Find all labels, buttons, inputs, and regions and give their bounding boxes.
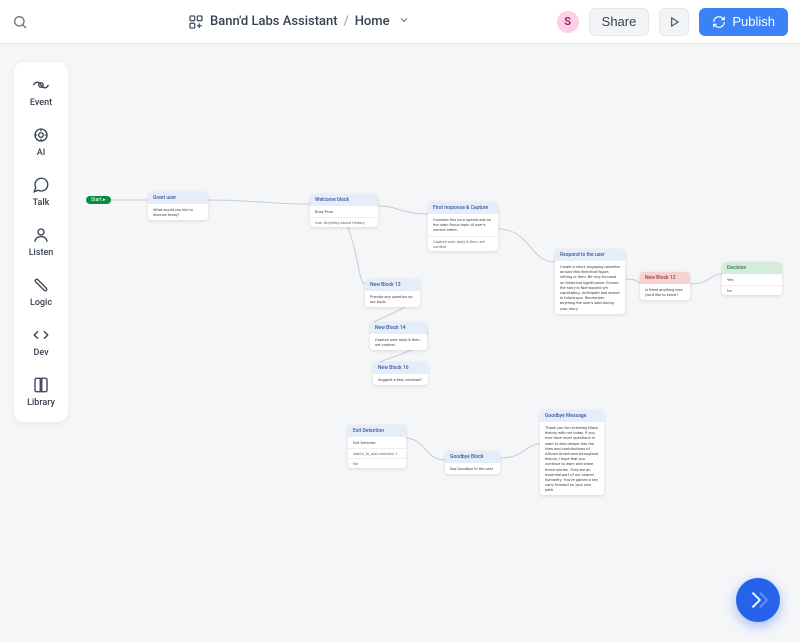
- node-decision[interactable]: Decision Yes No: [722, 262, 782, 295]
- avatar[interactable]: S: [557, 11, 579, 33]
- node-greet[interactable]: Greet user What would you like to discus…: [148, 192, 208, 220]
- project-name: Bann'd Labs Assistant: [210, 14, 338, 29]
- voiceflow-icon: [747, 589, 769, 611]
- node-new-block-13[interactable]: New Block 13 Provide any question on our…: [365, 279, 420, 307]
- play-icon: [667, 15, 681, 29]
- sidebar-item-listen[interactable]: Listen: [14, 218, 68, 266]
- tool-sidebar: Event AI Talk Listen Logic Dev Library: [14, 62, 68, 422]
- breadcrumb[interactable]: Bann'd Labs Assistant / Home: [188, 14, 410, 30]
- node-respond-user[interactable]: Respond to the user Create a short, enga…: [555, 249, 625, 314]
- node-response-capture[interactable]: First response & Capture Consider this a…: [428, 202, 498, 251]
- sidebar-item-logic[interactable]: Logic: [14, 268, 68, 316]
- publish-button[interactable]: Publish: [699, 8, 788, 36]
- listen-icon: [32, 226, 50, 244]
- sidebar-item-library[interactable]: Library: [14, 368, 68, 416]
- sidebar-item-event[interactable]: Event: [14, 68, 68, 116]
- node-new-block-12[interactable]: New Block 12 Is there anything else you'…: [640, 272, 690, 300]
- publish-label: Publish: [732, 14, 775, 29]
- event-icon: [32, 76, 50, 94]
- logic-icon: [32, 276, 50, 294]
- avatar-initial: S: [564, 15, 571, 28]
- sidebar-item-talk[interactable]: Talk: [14, 168, 68, 216]
- page-name: Home: [355, 14, 390, 29]
- sidebar-item-ai[interactable]: AI: [14, 118, 68, 166]
- project-icon: [188, 14, 204, 30]
- node-goodbye-block[interactable]: Goodbye Block Say Goodbye to the user: [445, 451, 500, 474]
- sidebar-item-dev[interactable]: Dev: [14, 318, 68, 366]
- start-pill[interactable]: Start ▸: [86, 196, 111, 204]
- flow-canvas[interactable]: Event AI Talk Listen Logic Dev Library: [0, 44, 800, 642]
- node-exit-detection[interactable]: Exit Detection Exit Detector wants_to_qu…: [348, 425, 406, 468]
- node-goodbye-message[interactable]: Goodbye Message Thank you for reviewing …: [540, 410, 604, 495]
- help-fab[interactable]: [736, 578, 780, 622]
- share-label: Share: [602, 14, 637, 29]
- refresh-icon: [712, 15, 726, 29]
- breadcrumb-sep: /: [344, 14, 349, 29]
- talk-icon: [32, 176, 50, 194]
- chevron-down-icon[interactable]: [398, 14, 410, 30]
- search-icon[interactable]: [12, 14, 28, 30]
- node-new-block-16[interactable]: New Block 16 Suggest a few, continue?: [373, 362, 428, 385]
- library-icon: [32, 376, 50, 394]
- ai-icon: [32, 126, 50, 144]
- share-button[interactable]: Share: [589, 8, 650, 36]
- node-new-block-14[interactable]: New Block 14 Capture user reply & then, …: [370, 322, 427, 350]
- dev-icon: [32, 326, 50, 344]
- run-button[interactable]: [659, 8, 689, 36]
- node-welcome[interactable]: Welcome block Busy Prep Ask: Anything Ab…: [310, 194, 378, 227]
- app-header: Bann'd Labs Assistant / Home S Share Pub…: [0, 0, 800, 44]
